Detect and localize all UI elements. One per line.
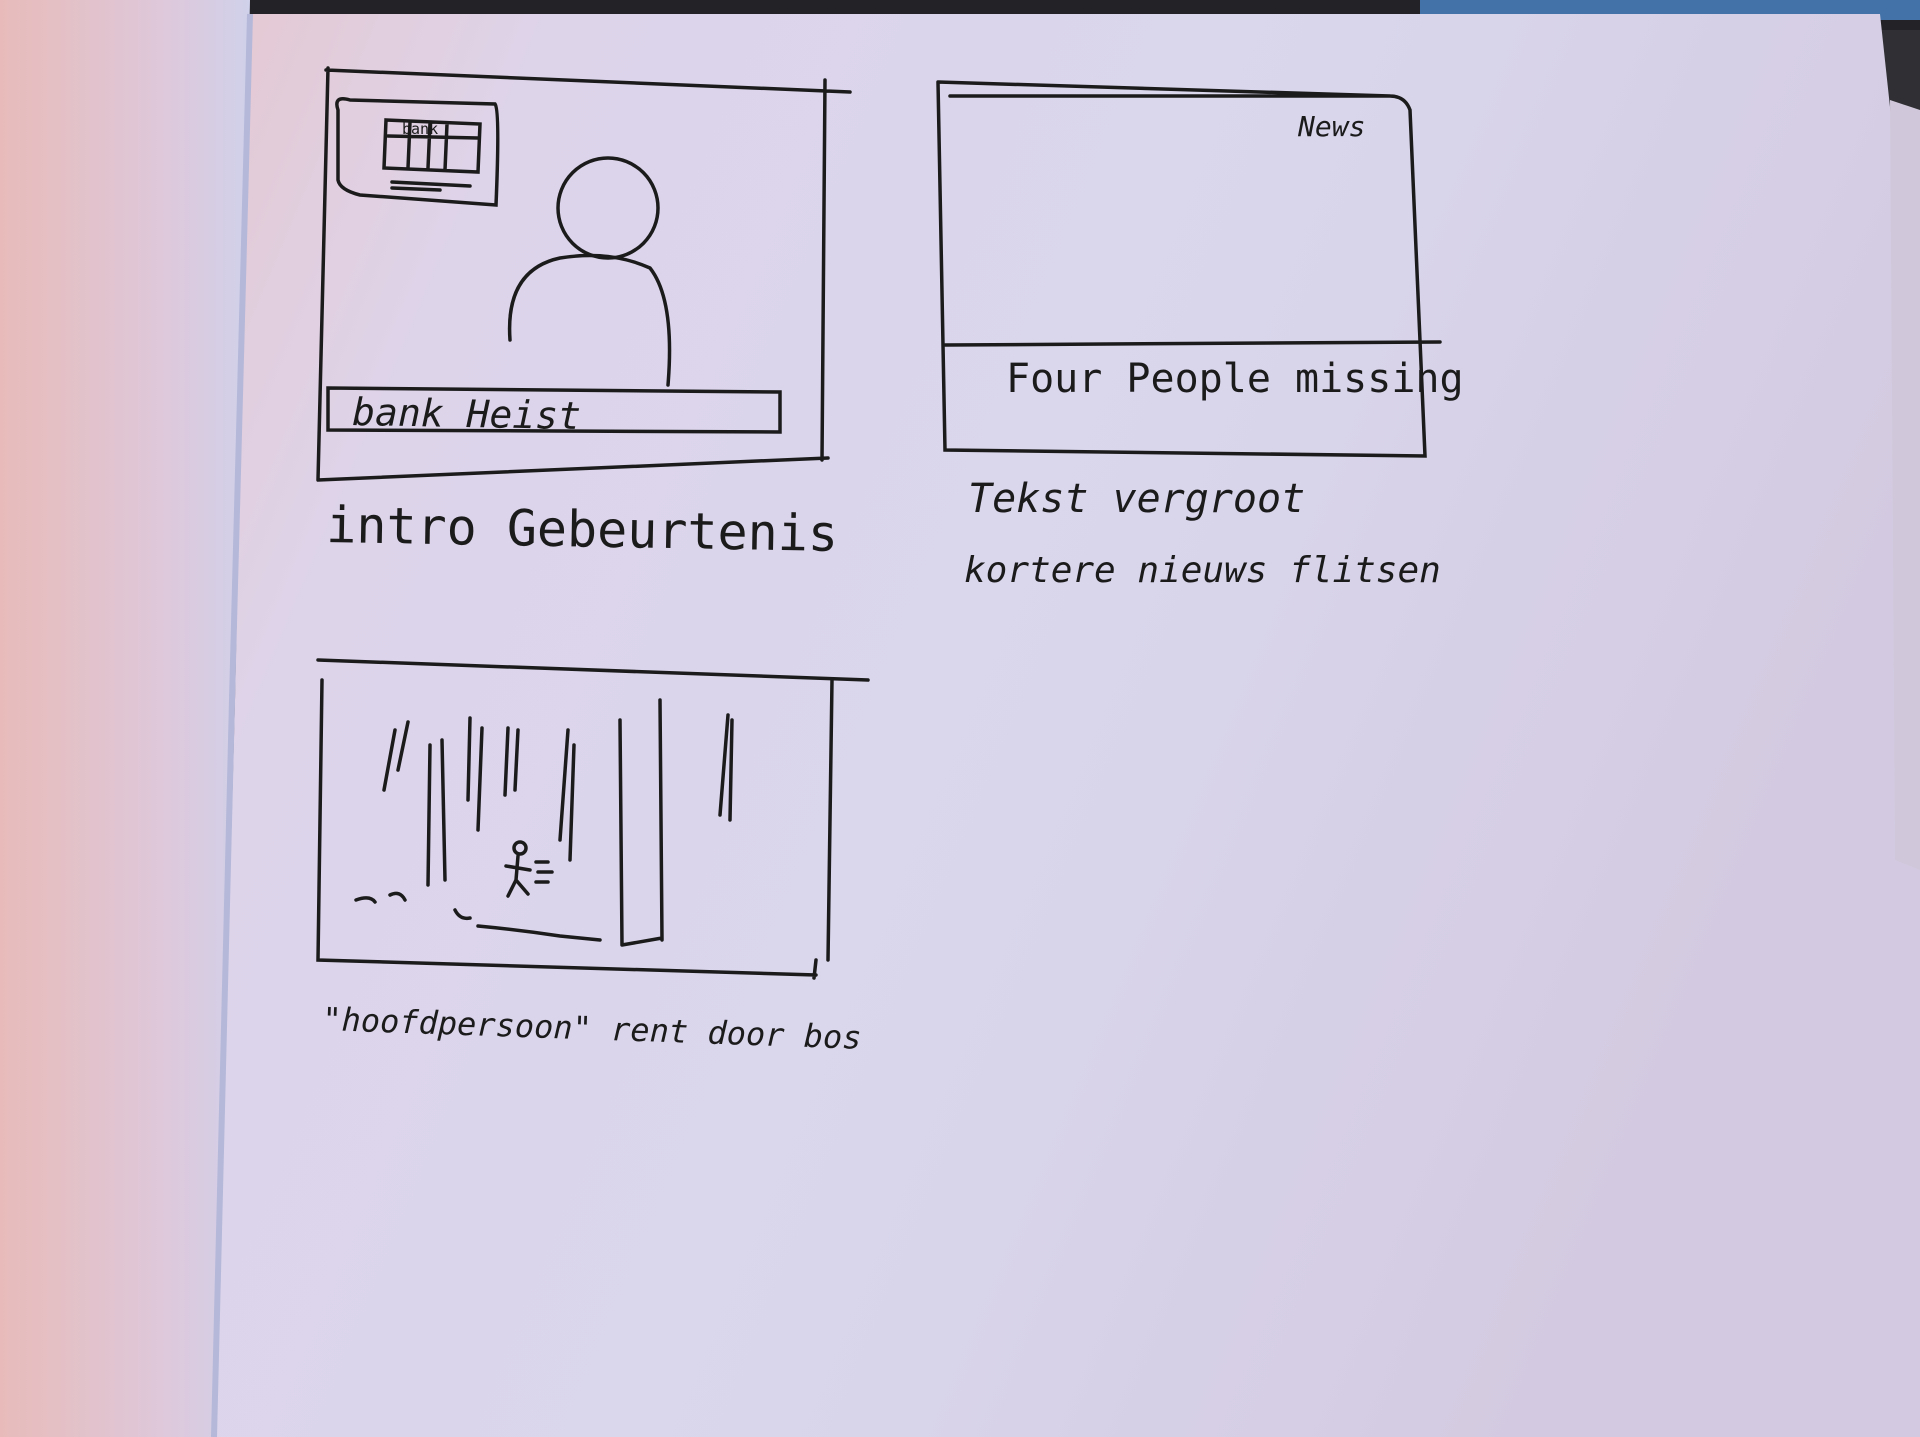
sketchbook-photo: bank Heist bank intro Gebeurtenis News F… <box>0 0 1920 1437</box>
photo-scene: bank Heist bank intro Gebeurtenis News F… <box>0 0 1920 1437</box>
